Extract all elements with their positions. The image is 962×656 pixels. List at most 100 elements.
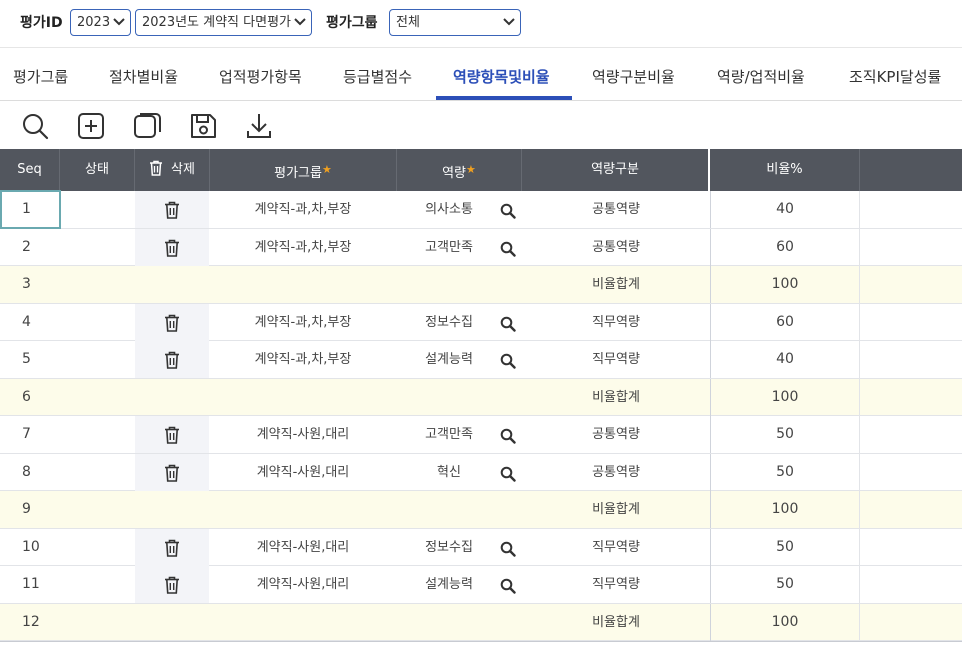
tab-performance-items[interactable]: 업적평가항목	[219, 48, 302, 101]
cell-eval-group[interactable]: 계약직-사원,대리	[210, 416, 396, 453]
cell-competency-division[interactable]: 공통역량	[522, 454, 710, 491]
cell-competency-division[interactable]: 공통역량	[522, 416, 710, 453]
cell-eval-group[interactable]: 계약직-사원,대리	[210, 566, 396, 603]
table-row[interactable]: 10 계약직-사원,대리 정보수집 직무역량 50	[0, 528, 962, 566]
cell-ratio[interactable]: 40	[710, 341, 860, 378]
table-row[interactable]: 11 계약직-사원,대리 설계능력 직무역량 50	[0, 566, 962, 604]
cell-competency[interactable]: 혁신	[397, 454, 521, 491]
cell-delete[interactable]	[135, 528, 209, 566]
cell-ratio[interactable]: 50	[710, 528, 860, 566]
add-icon[interactable]	[76, 111, 106, 141]
cell-ratio[interactable]: 100	[710, 378, 860, 416]
cell-ratio[interactable]: 100	[710, 491, 860, 528]
cell-delete[interactable]	[135, 416, 209, 453]
trash-icon[interactable]	[164, 239, 180, 257]
cell-competency-division[interactable]: 직무역량	[522, 566, 710, 603]
tab-eval-group[interactable]: 평가그룹	[13, 48, 68, 101]
trash-icon[interactable]	[164, 464, 180, 482]
cell-delete[interactable]	[135, 453, 209, 491]
tab-procedure-ratio[interactable]: 절차별비율	[109, 48, 178, 101]
download-icon[interactable]	[244, 111, 274, 141]
cell-competency-division[interactable]: 비율합계	[522, 379, 710, 416]
search-icon[interactable]	[500, 541, 516, 557]
year-select[interactable]: 2023	[70, 9, 131, 36]
cell-eval-group[interactable]	[210, 604, 396, 641]
cell-competency[interactable]: 의사소통	[397, 191, 521, 228]
cell-competency[interactable]: 정보수집	[397, 529, 521, 566]
eval-name-select[interactable]: 2023년도 계약직 다면평가	[135, 9, 312, 36]
cell-delete[interactable]	[135, 228, 209, 266]
cell-eval-group[interactable]	[210, 491, 396, 528]
header-status[interactable]: 상태	[60, 149, 135, 191]
subtotal-row[interactable]: 9 비율합계 100	[0, 491, 962, 529]
search-icon[interactable]	[500, 241, 516, 257]
trash-icon[interactable]	[164, 576, 180, 594]
header-delete[interactable]: 삭제	[135, 149, 210, 191]
tab-competency-performance-ratio[interactable]: 역량/업적비율	[717, 48, 805, 101]
subtotal-row[interactable]: 6 비율합계 100	[0, 378, 962, 416]
cell-competency[interactable]: 고객만족	[397, 416, 521, 453]
trash-icon[interactable]	[164, 426, 180, 444]
tab-org-kpi-rate[interactable]: 조직KPI달성률	[849, 48, 941, 101]
cell-ratio[interactable]: 60	[710, 228, 860, 266]
cell-ratio[interactable]: 50	[710, 453, 860, 491]
table-row[interactable]: 4 계약직-과,차,부장 정보수집 직무역량 60	[0, 303, 962, 341]
cell-delete[interactable]	[135, 191, 209, 228]
cell-competency-division[interactable]: 직무역량	[522, 529, 710, 566]
search-icon[interactable]	[500, 578, 516, 594]
cell-competency[interactable]: 고객만족	[397, 229, 521, 266]
search-icon[interactable]	[500, 316, 516, 332]
trash-icon[interactable]	[164, 351, 180, 369]
cell-competency-division[interactable]: 직무역량	[522, 341, 710, 378]
cell-ratio[interactable]: 60	[710, 303, 860, 341]
tab-competency-items-ratio[interactable]: 역량항목및비율	[453, 48, 550, 101]
table-row[interactable]: 7 계약직-사원,대리 고객만족 공통역량 50	[0, 416, 962, 454]
cell-eval-group[interactable]: 계약직-사원,대리	[210, 454, 396, 491]
table-row[interactable]: 5 계약직-과,차,부장 설계능력 직무역량 40	[0, 341, 962, 379]
cell-eval-group[interactable]: 계약직-과,차,부장	[210, 341, 396, 378]
search-icon[interactable]	[20, 111, 50, 141]
cell-delete[interactable]	[135, 303, 209, 341]
subtotal-row[interactable]: 3 비율합계 100	[0, 266, 962, 304]
cell-competency[interactable]: 설계능력	[397, 341, 521, 378]
cell-competency[interactable]: 설계능력	[397, 566, 521, 603]
cell-competency-division[interactable]: 공통역량	[522, 191, 710, 228]
cell-competency-division[interactable]: 비율합계	[522, 604, 710, 641]
cell-eval-group[interactable]: 계약직-과,차,부장	[210, 304, 396, 341]
cell-eval-group[interactable]	[210, 379, 396, 416]
header-competency[interactable]: 역량★	[397, 149, 522, 191]
cell-competency[interactable]	[397, 491, 521, 528]
table-row[interactable]: 2 계약직-과,차,부장 고객만족 공통역량 60	[0, 228, 962, 266]
cell-ratio[interactable]: 100	[710, 266, 860, 303]
cell-ratio[interactable]: 100	[710, 603, 860, 641]
copy-icon[interactable]	[132, 111, 162, 141]
save-icon[interactable]	[188, 111, 218, 141]
cell-ratio[interactable]: 50	[710, 566, 860, 603]
cell-competency[interactable]	[397, 379, 521, 416]
trash-icon[interactable]	[164, 314, 180, 332]
cell-eval-group[interactable]	[210, 266, 396, 303]
eval-group-select[interactable]: 전체	[389, 9, 521, 36]
cell-delete[interactable]	[135, 566, 209, 603]
trash-icon[interactable]	[164, 201, 180, 219]
subtotal-row[interactable]: 12 비율합계 100	[0, 603, 962, 641]
header-competency-division[interactable]: 역량구분	[522, 149, 710, 191]
cell-ratio[interactable]: 40	[710, 191, 860, 228]
table-row[interactable]: 1 계약직-과,차,부장 의사소통 공통역량 40	[0, 191, 962, 229]
cell-competency[interactable]	[397, 266, 521, 303]
cell-competency[interactable]	[397, 604, 521, 641]
cell-competency[interactable]: 정보수집	[397, 304, 521, 341]
search-icon[interactable]	[500, 353, 516, 369]
cell-eval-group[interactable]: 계약직-사원,대리	[210, 529, 396, 566]
cell-eval-group[interactable]: 계약직-과,차,부장	[210, 191, 396, 228]
cell-competency-division[interactable]: 공통역량	[522, 229, 710, 266]
cell-ratio[interactable]: 50	[710, 416, 860, 453]
search-icon[interactable]	[500, 428, 516, 444]
cell-delete[interactable]	[135, 341, 209, 378]
cell-competency-division[interactable]: 비율합계	[522, 491, 710, 528]
tab-grade-score[interactable]: 등급별점수	[343, 48, 412, 101]
tab-competency-division-ratio[interactable]: 역량구분비율	[592, 48, 675, 101]
cell-eval-group[interactable]: 계약직-과,차,부장	[210, 229, 396, 266]
header-ratio[interactable]: 비율%	[710, 149, 860, 191]
search-icon[interactable]	[500, 466, 516, 482]
